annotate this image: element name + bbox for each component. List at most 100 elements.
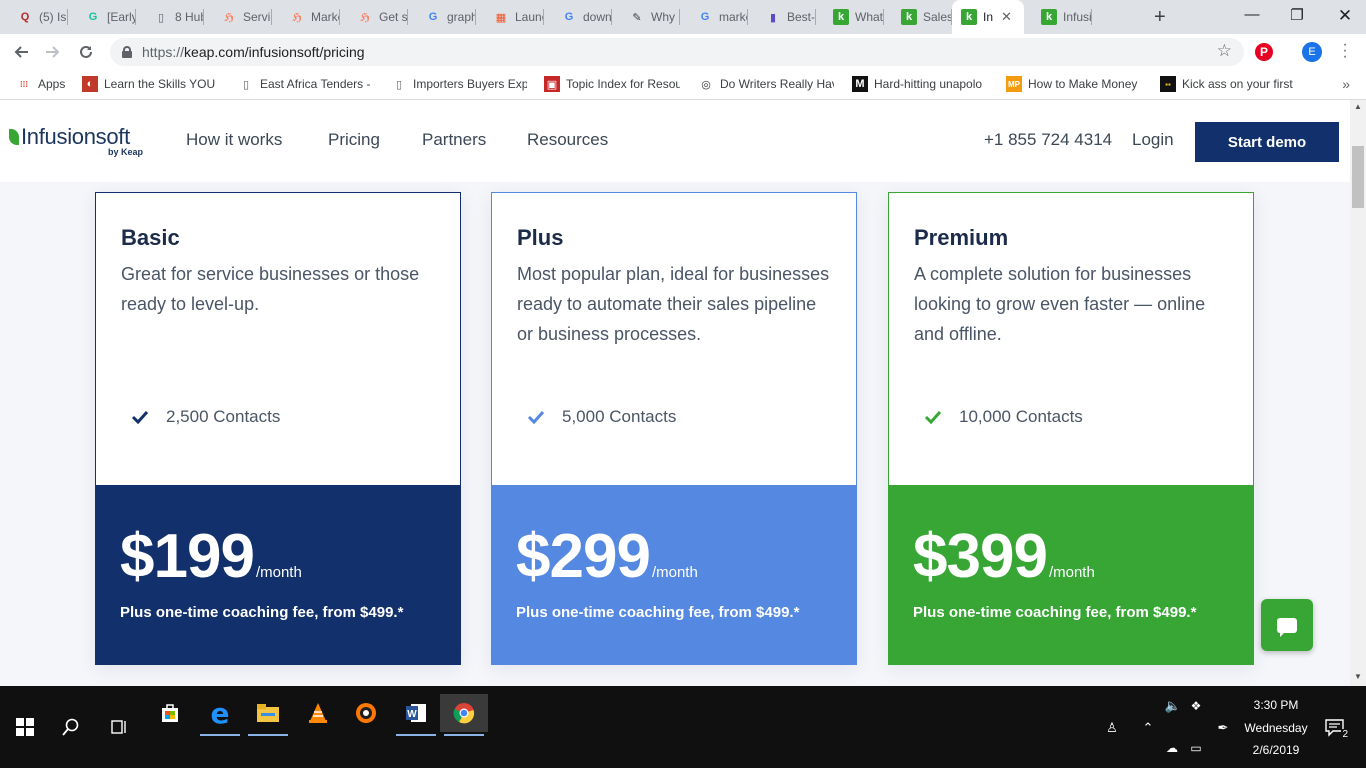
word-app-icon[interactable]: W xyxy=(392,694,440,736)
dropbox-icon[interactable]: ❖ xyxy=(1186,698,1206,714)
infusionsoft-logo[interactable]: Infusionsoft by Keap xyxy=(9,124,143,157)
browser-tab[interactable]: ✎ Why xyxy=(612,0,680,34)
more-bookmarks-icon[interactable]: » xyxy=(1342,76,1350,92)
plan-contacts: 10,000 Contacts xyxy=(924,407,1083,427)
browser-tab[interactable]: ℌ Get st xyxy=(340,0,408,34)
plan-price-panel: $199 /month Plus one-time coaching fee, … xyxy=(95,485,461,665)
tab-title: Marke xyxy=(311,10,340,24)
bookmark-item[interactable]: ▣ Topic Index for Resou xyxy=(544,76,680,92)
browser-tab[interactable]: k Infusi xyxy=(1024,0,1092,34)
coaching-fee-note: Plus one-time coaching fee, from $499.* xyxy=(516,604,800,621)
bookmark-item[interactable]: ▯ East Africa Tenders - xyxy=(238,76,373,92)
back-button[interactable] xyxy=(9,40,33,64)
plan-name: Premium xyxy=(914,225,1009,250)
action-center-icon[interactable]: 2 xyxy=(1323,718,1349,740)
keap-icon: k xyxy=(901,9,917,25)
chat-widget-button[interactable] xyxy=(1261,599,1313,651)
new-tab-button[interactable]: + xyxy=(1154,6,1166,29)
people-icon[interactable]: ♙ xyxy=(1102,720,1122,736)
browser-tab[interactable]: Gmarke xyxy=(680,0,748,34)
browser-tab[interactable]: ▦ Launc xyxy=(476,0,544,34)
price-amount: $299 xyxy=(516,522,651,591)
plan-name: Basic xyxy=(121,225,180,250)
store-app-icon[interactable] xyxy=(146,694,194,732)
bookmark-item[interactable]: MP How to Make Money xyxy=(1006,76,1142,92)
browser-tab[interactable]: G [Early xyxy=(68,0,136,34)
tab-title: 8 Hub xyxy=(175,10,204,24)
pinterest-extension-icon[interactable]: P xyxy=(1255,43,1273,61)
volume-icon[interactable]: 🔈 xyxy=(1163,698,1183,714)
clock-time[interactable]: 3:30 PM xyxy=(1244,698,1308,712)
browser-menu-icon[interactable]: · · · xyxy=(1340,37,1350,65)
bookmark-item[interactable]: M Hard-hitting unapolo xyxy=(852,76,988,92)
google-icon: G xyxy=(564,11,574,23)
clock-date[interactable]: 2/6/2019 xyxy=(1244,743,1308,757)
address-bar[interactable]: https://keap.com/infusionsoft/pricing ☆ xyxy=(110,38,1244,66)
plan-price-panel: $399 /month Plus one-time coaching fee, … xyxy=(888,485,1254,665)
windows-start-icon[interactable] xyxy=(14,716,36,738)
plan-price: $299 /month xyxy=(516,521,698,592)
avast-browser-icon[interactable] xyxy=(342,694,390,732)
bookmark-item[interactable]: ▪▪ Kick ass on your first xyxy=(1160,76,1296,92)
browser-tab[interactable]: ℌ Marke xyxy=(272,0,340,34)
nav-pricing[interactable]: Pricing xyxy=(328,130,380,150)
search-icon[interactable] xyxy=(60,716,82,738)
task-view-icon[interactable] xyxy=(108,716,130,738)
forward-button[interactable] xyxy=(41,40,65,64)
grammarly-icon: G xyxy=(88,11,98,23)
chrome-app-icon[interactable] xyxy=(440,694,488,736)
keap-icon: k xyxy=(833,9,849,25)
bookmark-item[interactable]: ◐ Learn the Skills YOU xyxy=(82,76,217,92)
nav-resources[interactable]: Resources xyxy=(527,130,608,150)
price-amount: $199 xyxy=(120,522,255,591)
scrollbar-thumb[interactable] xyxy=(1352,146,1364,208)
start-demo-button[interactable]: Start demo xyxy=(1195,122,1339,162)
file-explorer-icon[interactable] xyxy=(244,694,292,736)
back-arrow-icon xyxy=(14,46,28,58)
browser-tab[interactable]: Gdown xyxy=(544,0,612,34)
page-scrollbar[interactable]: ▲ ▼ xyxy=(1350,100,1366,686)
scroll-up-arrow-icon[interactable]: ▲ xyxy=(1350,102,1366,114)
show-hidden-icons-chevron-icon[interactable]: ⌃ xyxy=(1138,720,1158,736)
apps-grid-icon: ⁞⁞⁞ xyxy=(20,79,28,89)
pen-workspace-icon[interactable]: ✒ xyxy=(1213,720,1233,736)
site-icon: ◐ xyxy=(82,76,98,92)
edge-app-icon[interactable]: e xyxy=(196,694,244,736)
profile-avatar[interactable]: E xyxy=(1302,42,1322,62)
bookmark-label: How to Make Money xyxy=(1028,77,1138,91)
coaching-fee-note: Plus one-time coaching fee, from $499.* xyxy=(913,604,1197,621)
browser-tab[interactable]: k Sales xyxy=(884,0,952,34)
phone-number-link[interactable]: +1 855 724 4314 xyxy=(984,130,1112,150)
plan-card-basic: Basic Great for service businesses or th… xyxy=(95,192,461,665)
tab-title: (5) Is t xyxy=(39,10,68,24)
network-icon[interactable]: ☁ xyxy=(1162,740,1182,756)
bookmark-item[interactable]: ◎ Do Writers Really Hav xyxy=(698,76,834,92)
nav-how-it-works[interactable]: How it works xyxy=(186,130,282,150)
login-link[interactable]: Login xyxy=(1132,130,1174,150)
nav-partners[interactable]: Partners xyxy=(422,130,486,150)
yellow-logo-icon: ▪▪ xyxy=(1160,76,1176,92)
bookmark-star-icon[interactable]: ☆ xyxy=(1217,41,1232,61)
browser-tab-strip: + — ❐ ✕ Q (5) Is t G [Early ▯ 8 Hub ℌ Servic ℌ Ma… xyxy=(0,0,1366,34)
browser-tab[interactable]: ▯ 8 Hub xyxy=(136,0,204,34)
bookmarks-bar: » ⁞⁞⁞ Apps ◐ Learn the Skills YOU ▯ East Afri… xyxy=(0,70,1366,100)
minimize-button[interactable]: — xyxy=(1240,6,1264,23)
browser-tab[interactable]: ℌ Servic xyxy=(204,0,272,34)
bookmark-item[interactable]: ▯ Importers Buyers Exp xyxy=(391,76,527,92)
maximize-button[interactable]: ❐ xyxy=(1285,6,1309,24)
reload-button[interactable] xyxy=(74,40,98,64)
scroll-down-arrow-icon[interactable]: ▼ xyxy=(1350,672,1366,684)
browser-tab[interactable]: ▮ Best- xyxy=(748,0,816,34)
close-window-button[interactable]: ✕ xyxy=(1333,6,1357,26)
browser-tab[interactable]: k In ✕ xyxy=(952,0,1024,34)
browser-tab[interactable]: Ggraph xyxy=(408,0,476,34)
browser-tab[interactable]: Q (5) Is t xyxy=(0,0,68,34)
browser-tab[interactable]: k What xyxy=(816,0,884,34)
tab-title: down xyxy=(583,10,612,24)
clock-day[interactable]: Wednesday xyxy=(1240,721,1312,735)
close-tab-icon[interactable]: ✕ xyxy=(1001,9,1012,25)
battery-icon[interactable]: ▭ xyxy=(1186,740,1206,756)
vlc-app-icon[interactable] xyxy=(294,694,342,732)
reload-icon xyxy=(80,45,92,58)
bookmark-item[interactable]: ⁞⁞⁞ Apps xyxy=(16,76,76,92)
